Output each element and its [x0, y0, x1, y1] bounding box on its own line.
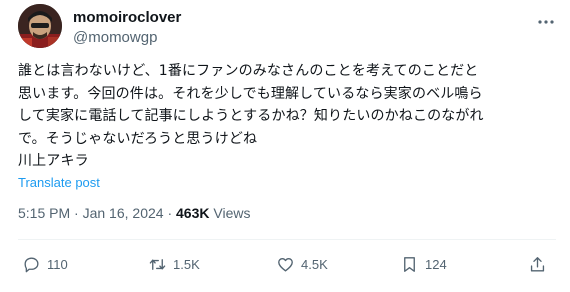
tweet-text: 誰とは言わないけど、1番にファンのみなさんのことを考えてのことだと 思います。今…	[18, 60, 558, 173]
like-button[interactable]: 4.5K	[276, 252, 328, 276]
tweet-text-line: 思います。今回の件は。それを少しでも理解しているなら実家のベル鳴ら	[18, 85, 483, 102]
bookmark-button[interactable]: 124	[400, 252, 447, 276]
tweet-text-line: して実家に電話して記事にしようとするかね？知りたいのかねこのながれ	[18, 108, 484, 124]
user-handle[interactable]: @momowgp	[73, 29, 157, 46]
views-count: 463K	[176, 205, 210, 221]
reply-button[interactable]: 110	[22, 252, 68, 276]
views-label: Views	[213, 205, 251, 221]
reply-icon	[24, 256, 39, 272]
more-options-icon[interactable]	[536, 12, 556, 32]
tweet-date[interactable]: Jan 16, 2024	[83, 205, 164, 221]
share-button[interactable]	[528, 252, 553, 276]
repost-button[interactable]: 1.5K	[148, 252, 200, 276]
tweet-text-line: 誰とは言わないけど、1番にファンのみなさんのことを考えてのことだと	[18, 63, 479, 79]
like-count: 4.5K	[301, 256, 328, 272]
divider	[18, 239, 556, 240]
user-avatar[interactable]	[18, 4, 62, 48]
reply-count: 110	[47, 256, 68, 272]
tweet-meta: 5:15 PM · Jan 16, 2024 · 463K Views	[18, 205, 250, 221]
meta-separator: ·	[167, 205, 173, 221]
action-bar: 110 1.5K 4.5K 124	[0, 252, 570, 276]
repost-count: 1.5K	[173, 256, 200, 272]
tweet-text-line: で。そうじゃないだろうと思うけどね	[18, 130, 258, 147]
tweet-card: momoiroclover @momowgp 誰とは言わないけど、1番にファンの…	[0, 0, 570, 292]
bookmark-icon	[404, 256, 415, 272]
repost-icon	[149, 258, 166, 270]
tweet-time[interactable]: 5:15 PM	[18, 205, 70, 221]
heart-icon	[278, 257, 293, 272]
tweet-text-line: 川上アキラ	[18, 153, 89, 169]
translate-post-link[interactable]: Translate post	[18, 175, 100, 190]
meta-separator: ·	[74, 205, 79, 221]
avatar-image	[18, 4, 62, 48]
user-display-name[interactable]: momoiroclover	[73, 9, 181, 26]
share-icon	[530, 256, 545, 272]
bookmark-count: 124	[425, 256, 447, 272]
